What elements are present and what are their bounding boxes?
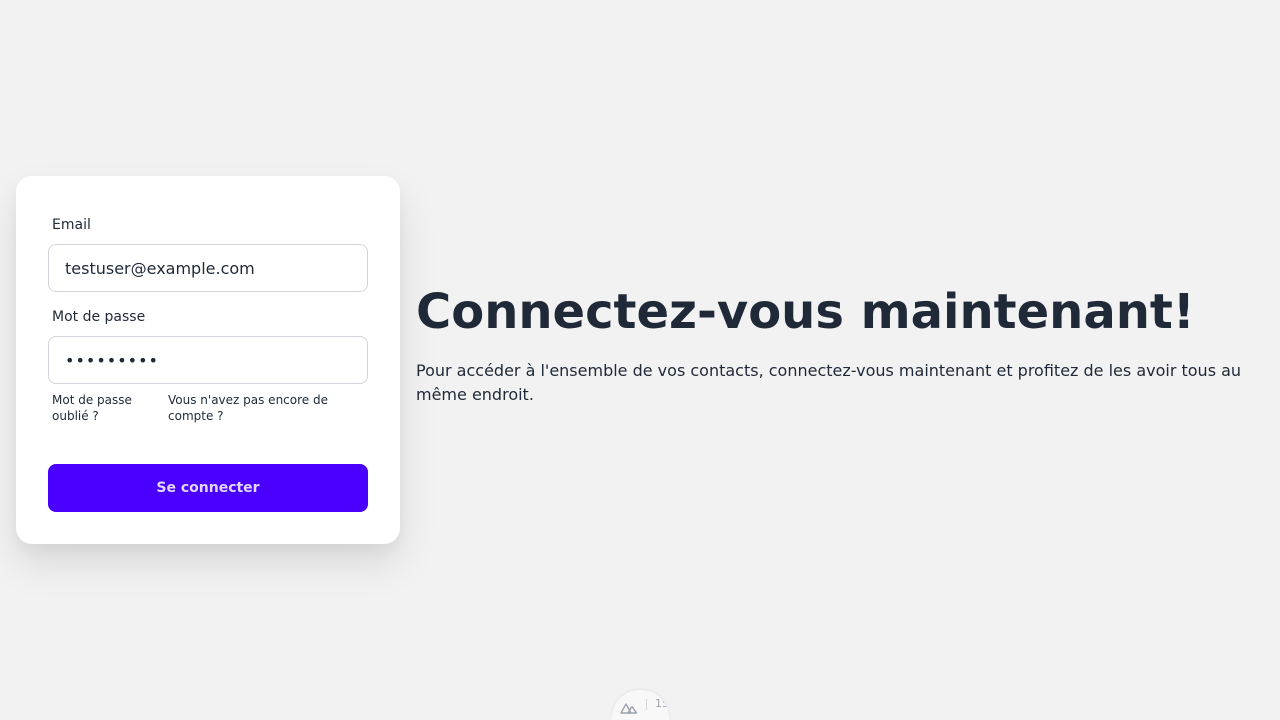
forgot-password-link[interactable]: Mot de passe oublié ? (52, 392, 152, 424)
devtools-badge[interactable]: 15 (612, 690, 669, 720)
email-field[interactable] (48, 244, 368, 292)
badge-count: 15 (655, 697, 669, 710)
password-label: Mot de passe (52, 309, 146, 325)
badge-divider (646, 699, 647, 710)
page-description: Pour accéder à l'ensemble de vos contact… (416, 361, 1242, 404)
nuxt-logo-icon (620, 699, 638, 718)
email-label: Email (52, 217, 91, 233)
login-button[interactable]: Se connecter (48, 464, 368, 512)
password-field[interactable] (48, 336, 368, 384)
login-page: Email Mot de passe Mot de passe oublié ?… (0, 0, 1280, 720)
page-title: Connectez-vous maintenant! (416, 284, 1195, 340)
register-link[interactable]: Vous n'avez pas encore de compte ? (168, 392, 358, 424)
